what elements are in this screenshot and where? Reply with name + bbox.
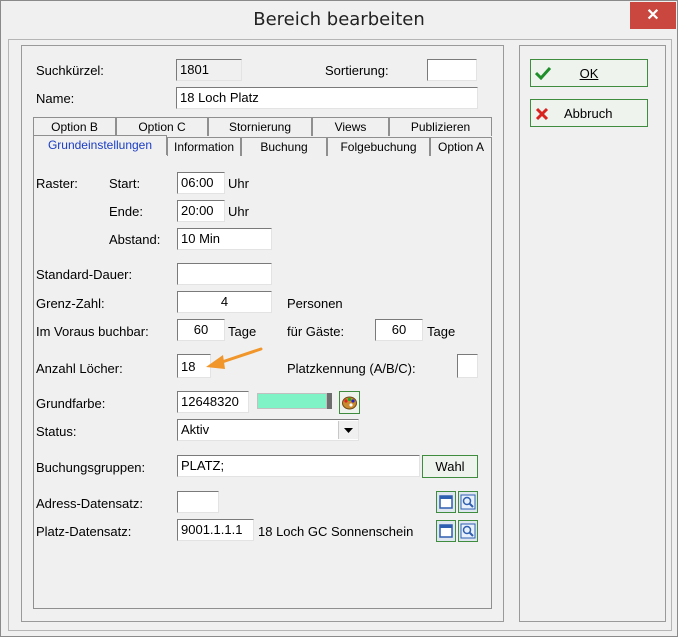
title-bar: Bereich bearbeiten ✕	[1, 1, 677, 39]
start-label: Start:	[109, 176, 141, 191]
platz-search-button[interactable]	[458, 520, 478, 542]
tab-stornierung[interactable]: Stornierung	[208, 117, 312, 136]
tab-information[interactable]: Information	[167, 137, 241, 156]
close-button[interactable]: ✕	[630, 2, 676, 29]
tab-views[interactable]: Views	[312, 117, 389, 136]
start-unit: Uhr	[228, 176, 249, 191]
platz-label: Platz-Datensatz:	[36, 524, 132, 539]
ende-label: Ende:	[109, 204, 143, 219]
platz-field[interactable]: 9001.1.1.1	[177, 519, 254, 541]
adress-open-button[interactable]	[436, 491, 456, 513]
tab-option-b[interactable]: Option B	[33, 117, 116, 136]
tab-option-a[interactable]: Option A	[430, 137, 492, 156]
name-label: Name:	[36, 91, 75, 106]
raster-label: Raster:	[36, 176, 78, 191]
sortierung-label: Sortierung:	[325, 63, 389, 78]
grundfarbe-swatch-edge	[327, 393, 332, 409]
ok-button[interactable]: OK	[530, 59, 648, 87]
color-picker-button[interactable]	[339, 391, 360, 414]
voraus-unit: Tage	[228, 324, 257, 339]
abstand-label: Abstand:	[109, 232, 161, 247]
abbruch-label: Abbruch	[564, 106, 613, 121]
tab-buchung[interactable]: Buchung	[241, 137, 327, 156]
grenz-zahl-field[interactable]: 4	[177, 291, 272, 313]
tab-content-grundeinstellungen	[33, 154, 492, 609]
gaeste-field[interactable]: 60	[375, 319, 423, 341]
tab-grundeinstellungen[interactable]: Grundeinstellungen	[33, 135, 167, 155]
gaeste-unit: Tage	[427, 324, 456, 339]
adress-search-button[interactable]	[458, 491, 478, 513]
window-icon	[439, 495, 453, 509]
window-title: Bereich bearbeiten	[253, 9, 425, 30]
platzkennung-field[interactable]	[457, 354, 478, 378]
voraus-label: Im Voraus buchbar:	[36, 324, 149, 339]
adress-label: Adress-Datensatz:	[36, 496, 143, 511]
status-select[interactable]: Aktiv	[177, 419, 359, 441]
platzkennung-label: Platzkennung (A/B/C):	[287, 361, 416, 376]
loecher-label: Anzahl Löcher:	[36, 361, 123, 376]
status-label: Status:	[36, 424, 77, 439]
grundfarbe-label: Grundfarbe:	[36, 396, 106, 411]
arrow-annotation-icon	[206, 347, 263, 369]
adress-field[interactable]	[177, 491, 219, 513]
tab-publizieren[interactable]: Publizieren	[389, 117, 492, 136]
cancel-x-icon	[535, 107, 549, 121]
suchkuerzel-label: Suchkürzel:	[36, 63, 104, 78]
tab-option-c[interactable]: Option C	[116, 117, 208, 136]
status-dropdown-button[interactable]	[338, 421, 358, 439]
platz-open-button[interactable]	[436, 520, 456, 542]
gaeste-label: für Gäste:	[287, 324, 345, 339]
buchungsgruppen-field[interactable]: PLATZ;	[177, 455, 420, 477]
buchungsgruppen-label: Buchungsgruppen:	[36, 460, 146, 475]
tab-folgebuchung[interactable]: Folgebuchung	[327, 137, 430, 156]
search-icon	[460, 494, 476, 510]
standard-dauer-label: Standard-Dauer:	[36, 267, 133, 282]
name-field[interactable]: 18 Loch Platz	[176, 87, 478, 109]
grenz-zahl-unit: Personen	[287, 296, 343, 311]
window-icon	[439, 524, 453, 538]
ok-label: OK	[579, 66, 599, 81]
status-select-value: Aktiv	[181, 422, 210, 437]
sortierung-field[interactable]	[427, 59, 477, 81]
standard-dauer-field[interactable]	[177, 263, 272, 285]
voraus-field[interactable]: 60	[177, 319, 225, 341]
grundfarbe-field[interactable]: 12648320	[177, 391, 249, 413]
chevron-down-icon	[344, 428, 353, 433]
abstand-field[interactable]: 10 Min	[177, 228, 272, 250]
wahl-button[interactable]: Wahl	[422, 455, 478, 478]
start-time-field[interactable]: 06:00	[177, 172, 225, 194]
abbruch-button[interactable]: Abbruch	[530, 99, 648, 127]
search-icon	[460, 523, 476, 539]
grenz-zahl-label: Grenz-Zahl:	[36, 296, 105, 311]
suchkuerzel-field[interactable]: 1801	[176, 59, 242, 81]
ende-time-field[interactable]: 20:00	[177, 200, 225, 222]
grundfarbe-swatch	[257, 393, 327, 409]
ende-unit: Uhr	[228, 204, 249, 219]
action-panel	[519, 45, 666, 622]
platz-description: 18 Loch GC Sonnenschein	[258, 524, 414, 539]
palette-icon	[342, 396, 357, 410]
